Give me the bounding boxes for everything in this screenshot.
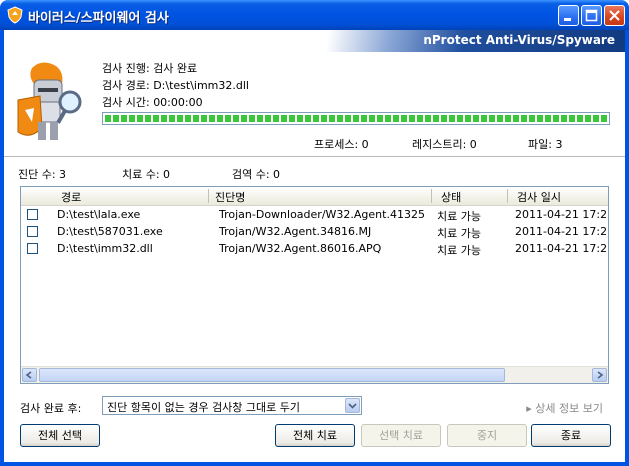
after-scan-selected: 진단 항목이 없는 경우 검사창 그대로 두기: [107, 401, 301, 414]
column-divider[interactable]: [507, 189, 508, 203]
row-detection-name: Trojan-Downloader/W32.Agent.41325: [219, 208, 425, 221]
column-divider[interactable]: [431, 189, 432, 203]
scroll-right-button[interactable]: [592, 368, 607, 382]
chevron-right-icon: [597, 371, 604, 379]
maximize-button[interactable]: [581, 5, 602, 26]
row-path: D:\test\587031.exe: [57, 225, 163, 238]
row-date: 2011-04-21 17:27:: [515, 225, 609, 238]
scan-progress-line: 검사 진행: 검사 완료: [102, 60, 197, 76]
chevron-down-icon: [348, 403, 357, 409]
scan-time-label: 검사 시간:: [102, 96, 150, 109]
close-icon: [609, 10, 620, 21]
row-checkbox[interactable]: [27, 209, 38, 220]
title-bar[interactable]: 바이러스/스파이웨어 검사: [0, 0, 629, 30]
scan-window: 바이러스/스파이웨어 검사 nProtect Anti-Virus/Spywar…: [0, 0, 629, 466]
chevron-left-icon: [25, 371, 32, 379]
scan-path-value: D:\test\imm32.dll: [153, 79, 249, 92]
treated-count: 치료 수: 0: [122, 168, 171, 181]
minimize-button[interactable]: [558, 5, 579, 26]
scan-time-line: 검사 시간: 00:00:00: [102, 94, 203, 110]
client-area: nProtect Anti-Virus/Spyware 검사 진행: 검사 완료…: [4, 30, 625, 462]
scan-progress-bar: [102, 112, 610, 125]
progress-fill: [105, 115, 607, 122]
table-header: 경로 진단명 상태 검사 일시: [21, 187, 608, 206]
quarantined-count: 검역 수: 0: [232, 168, 281, 181]
nprotect-shield-icon: [7, 6, 23, 24]
row-path: D:\test\lala.exe: [57, 208, 141, 221]
knight-mascot-icon: [17, 62, 82, 140]
row-checkbox[interactable]: [27, 243, 38, 254]
table-row[interactable]: D:\test\imm32.dll Trojan/W32.Agent.86016…: [21, 240, 609, 257]
detection-table: 경로 진단명 상태 검사 일시 D:\test\lala.exe Trojan-…: [20, 186, 609, 384]
treat-all-button[interactable]: 전체 치료: [275, 424, 355, 447]
column-path[interactable]: 경로: [61, 189, 81, 205]
scroll-left-button[interactable]: [22, 368, 37, 382]
brand-name: nProtect Anti-Virus/Spyware: [423, 33, 615, 47]
after-scan-label: 검사 완료 후:: [20, 402, 82, 415]
stop-button[interactable]: 중지: [447, 424, 527, 447]
select-all-button[interactable]: 전체 선택: [20, 424, 100, 447]
scan-path-label: 검사 경로:: [102, 79, 150, 92]
row-detection-name: Trojan/W32.Agent.34816.MJ: [219, 225, 372, 238]
row-status: 치료 가능: [437, 227, 481, 240]
minimize-icon: [564, 18, 571, 21]
process-count: 프로세스: 0: [314, 138, 369, 151]
column-scan-date[interactable]: 검사 일시: [517, 189, 561, 205]
detected-count: 진단 수: 3: [18, 168, 67, 181]
row-date: 2011-04-21 17:27:: [515, 242, 609, 255]
row-date: 2011-04-21 17:27:: [515, 208, 609, 221]
window-title: 바이러스/스파이웨어 검사: [28, 11, 169, 26]
row-detection-name: Trojan/W32.Agent.86016.APQ: [219, 242, 382, 255]
scan-time-value: 00:00:00: [153, 96, 203, 109]
file-count: 파일: 3: [528, 138, 563, 151]
column-status[interactable]: 상태: [441, 189, 461, 205]
exit-button[interactable]: 종료: [531, 424, 611, 447]
scan-progress-value: 검사 완료: [153, 62, 198, 75]
registry-count: 레지스트리: 0: [412, 138, 477, 151]
close-button[interactable]: [604, 5, 625, 26]
horizontal-scrollbar[interactable]: [21, 366, 608, 383]
maximize-icon: [585, 9, 598, 22]
after-scan-select[interactable]: 진단 항목이 없는 경우 검사창 그대로 두기: [102, 396, 362, 415]
dropdown-button[interactable]: [345, 398, 360, 413]
scan-progress-label: 검사 진행:: [102, 62, 150, 75]
column-divider[interactable]: [208, 189, 209, 203]
scan-path-line: 검사 경로: D:\test\imm32.dll: [102, 77, 249, 93]
table-row[interactable]: D:\test\lala.exe Trojan-Downloader/W32.A…: [21, 206, 609, 223]
column-detection-name[interactable]: 진단명: [215, 189, 245, 205]
treat-selected-button[interactable]: 선택 치료: [361, 424, 441, 447]
divider: [4, 156, 625, 157]
row-checkbox[interactable]: [27, 226, 38, 237]
brand-banner: nProtect Anti-Virus/Spyware: [4, 30, 625, 52]
scroll-thumb[interactable]: [39, 368, 505, 382]
row-status: 치료 가능: [437, 210, 481, 223]
table-row[interactable]: D:\test\587031.exe Trojan/W32.Agent.3481…: [21, 223, 609, 240]
details-link[interactable]: ▸ 상세 정보 보기: [526, 400, 603, 416]
row-path: D:\test\imm32.dll: [57, 242, 153, 255]
row-status: 치료 가능: [437, 244, 481, 257]
